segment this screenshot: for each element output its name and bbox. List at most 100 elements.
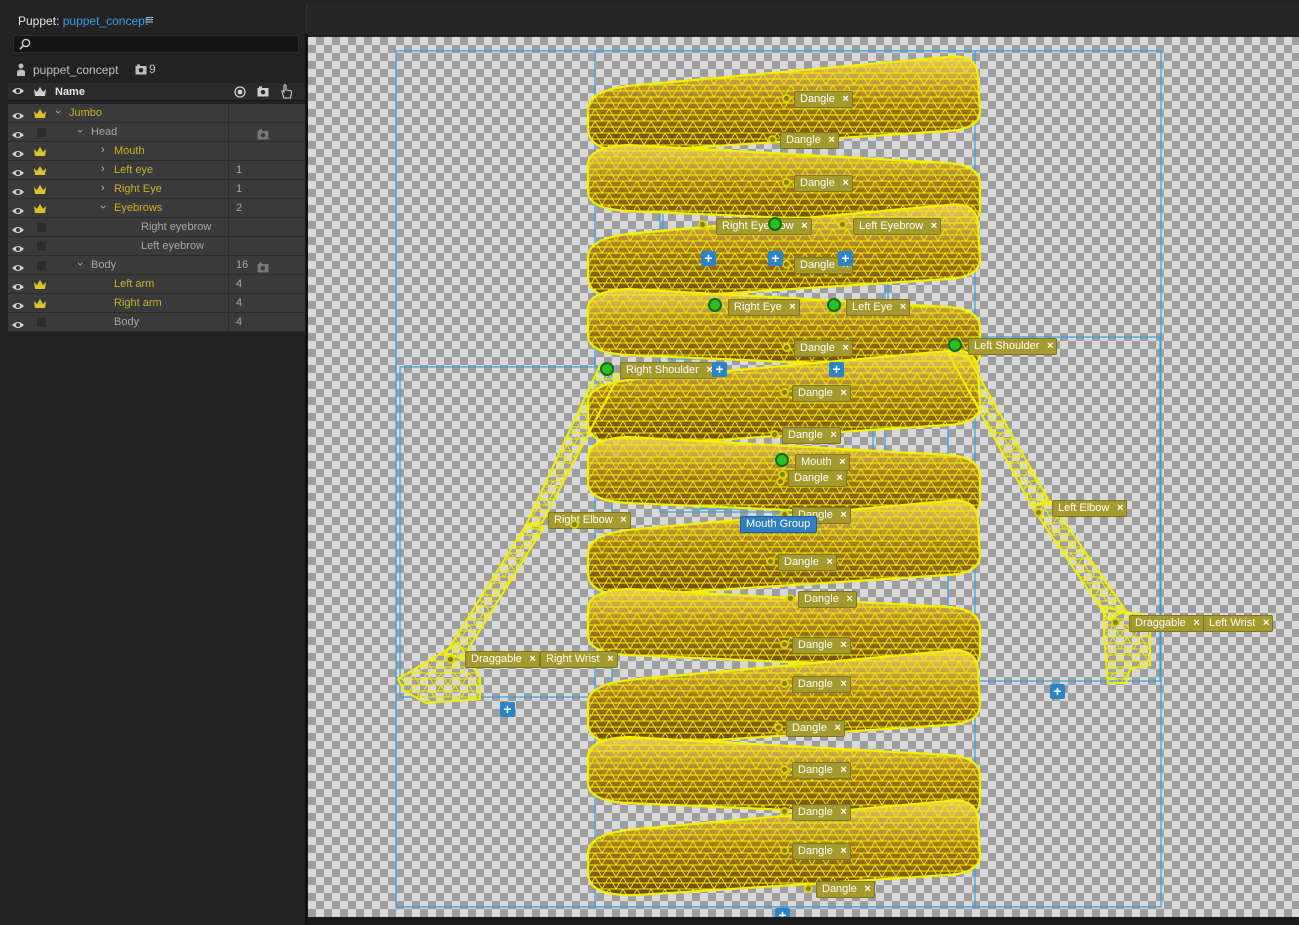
left-wrist-tag[interactable]: Left Wrist ×: [1203, 615, 1274, 632]
remove-tag-icon[interactable]: ×: [1193, 616, 1199, 631]
remove-tag-icon[interactable]: ×: [840, 638, 846, 653]
right-wrist-tag[interactable]: Right Wrist ×: [540, 651, 618, 668]
dangle-tag[interactable]: Dangle ×: [786, 720, 845, 737]
remove-tag-icon[interactable]: ×: [840, 508, 846, 523]
layer-row[interactable]: › Jumbo: [8, 104, 306, 123]
dangle-tag[interactable]: Dangle ×: [792, 843, 851, 860]
chevron-down-icon[interactable]: ›: [97, 205, 109, 209]
remove-tag-icon[interactable]: ×: [846, 592, 852, 607]
add-handle-button[interactable]: +: [768, 251, 783, 266]
origin-handle-icon[interactable]: [827, 298, 841, 312]
dangle-tag[interactable]: Dangle ×: [816, 881, 875, 898]
layer-row[interactable]: Left eyebrow: [8, 237, 306, 256]
chevron-down-icon[interactable]: ›: [52, 110, 64, 114]
crown-toggle[interactable]: [30, 123, 50, 141]
pin-handle-icon[interactable]: [770, 430, 779, 439]
remove-tag-icon[interactable]: ×: [834, 721, 840, 736]
panel-menu-icon[interactable]: ≡: [146, 12, 154, 27]
crown-icon[interactable]: [30, 161, 50, 179]
layer-row[interactable]: › Right Eye 1: [8, 180, 306, 199]
remove-tag-icon[interactable]: ×: [828, 133, 834, 148]
chevron-right-icon[interactable]: ›: [101, 144, 105, 156]
crown-icon[interactable]: [30, 142, 50, 160]
chevron-right-icon[interactable]: ›: [101, 163, 105, 175]
remove-tag-icon[interactable]: ×: [1263, 616, 1269, 631]
crown-toggle[interactable]: [30, 256, 50, 274]
layer-row[interactable]: Right eyebrow: [8, 218, 306, 237]
left-eyebrow-tag[interactable]: Left Eyebrow ×: [853, 218, 942, 235]
remove-tag-icon[interactable]: ×: [620, 513, 626, 528]
remove-tag-icon[interactable]: ×: [842, 92, 848, 107]
left-shoulder-tag[interactable]: Left Shoulder ×: [968, 338, 1058, 355]
pin-handle-icon[interactable]: [838, 220, 847, 229]
pin-handle-icon[interactable]: [570, 520, 579, 529]
layer-row[interactable]: Right arm 4: [8, 294, 306, 313]
add-handle-button[interactable]: +: [500, 702, 515, 717]
remove-tag-icon[interactable]: ×: [836, 471, 842, 486]
remove-tag-icon[interactable]: ×: [839, 455, 845, 470]
remove-tag-icon[interactable]: ×: [840, 677, 846, 692]
pin-handle-icon[interactable]: [786, 594, 795, 603]
dangle-tag[interactable]: Dangle ×: [794, 91, 853, 108]
layer-row[interactable]: Body 4: [8, 313, 306, 332]
pin-handle-icon[interactable]: [780, 679, 789, 688]
pin-handle-icon[interactable]: [774, 723, 783, 732]
add-handle-button[interactable]: +: [829, 362, 844, 377]
dangle-tag[interactable]: Dangle ×: [792, 385, 851, 402]
pin-handle-icon[interactable]: [780, 765, 789, 774]
dangle-tag[interactable]: Dangle ×: [782, 427, 841, 444]
crown-toggle[interactable]: [30, 218, 50, 236]
name-column-header[interactable]: Name: [55, 86, 85, 98]
pin-handle-icon[interactable]: [698, 220, 707, 229]
dangle-tag[interactable]: Dangle ×: [794, 175, 853, 192]
remove-tag-icon[interactable]: ×: [864, 882, 870, 897]
add-handle-button[interactable]: +: [701, 251, 716, 266]
add-handle-button[interactable]: +: [775, 908, 790, 917]
pin-handle-icon[interactable]: [1034, 508, 1043, 517]
remove-tag-icon[interactable]: ×: [842, 176, 848, 191]
pin-handle-icon[interactable]: [782, 343, 791, 352]
draggable-tag[interactable]: Draggable ×: [1129, 615, 1204, 632]
pin-handle-icon[interactable]: [780, 807, 789, 816]
pin-handle-icon[interactable]: [766, 557, 775, 566]
dangle-tag[interactable]: Dangle ×: [788, 470, 847, 487]
dangle-tag[interactable]: Dangle ×: [792, 804, 851, 821]
crown-toggle[interactable]: [30, 313, 50, 331]
add-handle-button[interactable]: +: [712, 362, 727, 377]
draggable-tag[interactable]: Draggable ×: [465, 651, 540, 668]
remove-tag-icon[interactable]: ×: [830, 428, 836, 443]
pin-handle-icon[interactable]: [782, 94, 791, 103]
layer-row[interactable]: › Left eye 1: [8, 161, 306, 180]
document-name[interactable]: puppet_concept: [63, 14, 148, 28]
remove-tag-icon[interactable]: ×: [840, 386, 846, 401]
remove-tag-icon[interactable]: ×: [842, 341, 848, 356]
pin-handle-icon[interactable]: [804, 884, 813, 893]
pin-handle-icon[interactable]: [780, 846, 789, 855]
pin-handle-icon[interactable]: [782, 178, 791, 187]
right-elbow-tag[interactable]: Right Elbow ×: [548, 512, 631, 529]
layer-row[interactable]: › Body 16: [8, 256, 306, 275]
crown-toggle[interactable]: [30, 237, 50, 255]
search-input[interactable]: [13, 35, 299, 53]
mouth-tag[interactable]: Mouth ×: [795, 454, 850, 471]
right-eyebrow-tag[interactable]: Right Eyebrow ×: [716, 218, 812, 235]
chevron-down-icon[interactable]: ›: [74, 262, 86, 266]
layer-row[interactable]: › Eyebrows 2: [8, 199, 306, 218]
right-shoulder-tag[interactable]: Right Shoulder ×: [620, 362, 717, 379]
layer-row[interactable]: › Head: [8, 123, 306, 142]
pin-handle-icon[interactable]: [776, 477, 785, 486]
crown-icon[interactable]: [30, 294, 50, 312]
remove-tag-icon[interactable]: ×: [931, 219, 937, 234]
pin-handle-icon[interactable]: [446, 655, 455, 664]
remove-tag-icon[interactable]: ×: [1047, 339, 1053, 354]
mouth-group-tag[interactable]: Mouth Group: [740, 516, 818, 533]
pin-handle-icon[interactable]: [780, 388, 789, 397]
crown-icon[interactable]: [30, 180, 50, 198]
pin-handle-icon[interactable]: [1111, 618, 1120, 627]
origin-handle-icon[interactable]: [948, 338, 962, 352]
pin-handle-icon[interactable]: [768, 135, 777, 144]
remove-tag-icon[interactable]: ×: [801, 219, 807, 234]
add-handle-button[interactable]: +: [1050, 684, 1065, 699]
dangle-tag[interactable]: Dangle ×: [778, 554, 837, 571]
remove-tag-icon[interactable]: ×: [900, 300, 906, 315]
